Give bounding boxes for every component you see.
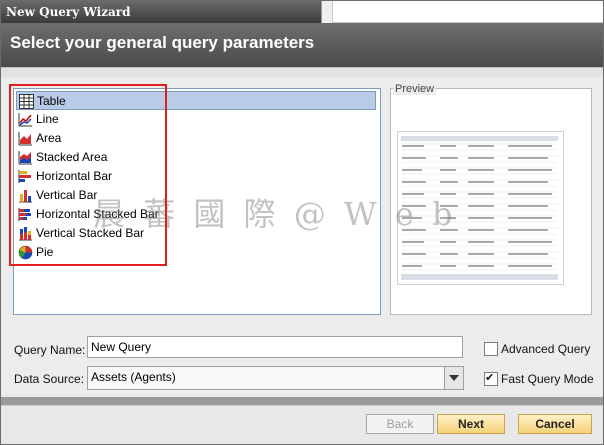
wizard-header: Select your general query parameters	[1, 23, 603, 67]
list-item-horizontal-bar[interactable]: Horizontal Bar	[16, 167, 376, 186]
vertical-stacked-bar-chart-icon	[19, 227, 32, 241]
fast-query-mode-label: Fast Query Mode	[501, 372, 594, 386]
list-item-label: Pie	[36, 245, 54, 259]
list-item-pie[interactable]: Pie	[16, 243, 376, 262]
new-query-wizard-window: New Query Wizard Select your general que…	[0, 0, 604, 445]
list-item-label: Area	[36, 131, 62, 145]
next-button[interactable]: Next	[437, 414, 505, 434]
list-item-line[interactable]: Line	[16, 110, 376, 129]
header-divider	[1, 67, 603, 76]
query-name-label: Query Name:	[14, 343, 86, 357]
list-item-stacked-area[interactable]: Stacked Area	[16, 148, 376, 167]
horizontal-bar-chart-icon	[18, 170, 31, 183]
data-source-label: Data Source:	[14, 372, 85, 386]
stacked-area-chart-icon	[18, 151, 32, 165]
area-chart-icon	[18, 132, 32, 146]
list-item-label: Line	[36, 112, 59, 126]
list-item-label: Horizontal Bar	[36, 169, 113, 183]
page-title: Select your general query parameters	[10, 33, 315, 52]
list-item-area[interactable]: Area	[16, 129, 376, 148]
query-name-input[interactable]	[87, 336, 463, 358]
table-icon	[19, 94, 34, 109]
vertical-bar-chart-icon	[19, 190, 32, 203]
cancel-button[interactable]: Cancel	[518, 414, 592, 434]
data-source-value: Assets (Agents)	[91, 370, 176, 384]
list-item-label: Table	[37, 94, 66, 108]
list-item-table[interactable]: Table	[16, 91, 376, 110]
advanced-query-label: Advanced Query	[501, 342, 591, 356]
footer-divider-line	[1, 405, 603, 406]
watermark: 晨 蕃 國 際 @ W e b	[93, 195, 457, 233]
list-item-label: Stacked Area	[36, 150, 108, 164]
chevron-down-icon[interactable]	[444, 367, 463, 389]
fast-query-mode-checkbox[interactable]	[484, 371, 498, 386]
horizontal-stacked-bar-chart-icon	[18, 208, 31, 221]
advanced-query-checkbox[interactable]	[484, 342, 498, 356]
list-item-label: Vertical Bar	[36, 188, 98, 202]
window-titlebar: New Query Wizard	[1, 1, 323, 23]
line-chart-icon	[18, 113, 32, 127]
wizard-content: Table Line Area Stacked Area Horizontal …	[1, 77, 603, 395]
pie-chart-icon	[18, 245, 33, 260]
window-title: New Query Wizard	[6, 5, 131, 19]
footer-divider	[1, 397, 603, 405]
data-source-select[interactable]: Assets (Agents)	[87, 366, 464, 390]
preview-label: Preview	[393, 83, 437, 95]
back-button[interactable]: Back	[366, 414, 434, 434]
